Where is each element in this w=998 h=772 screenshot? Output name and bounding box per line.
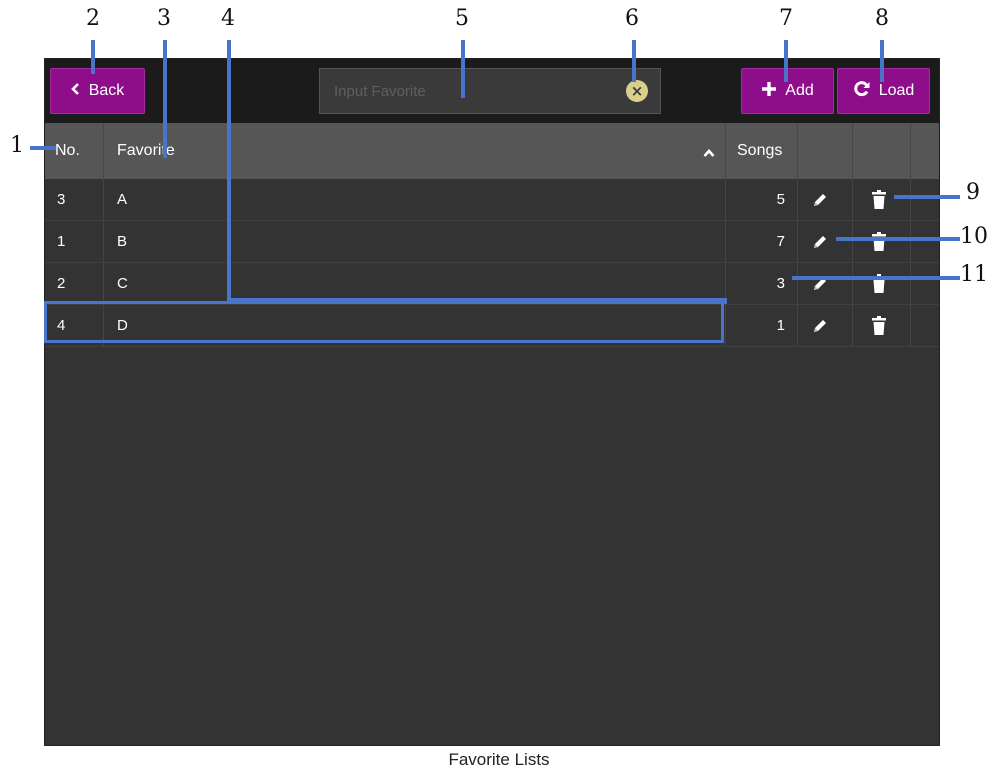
trash-icon[interactable] [871,179,891,220]
trash-icon[interactable] [871,221,891,262]
callout-line [227,298,727,302]
callout-line [880,40,884,82]
callout-11: 11 [960,262,988,287]
column-divider [910,179,911,220]
back-label: Back [88,82,125,99]
pencil-icon[interactable] [811,179,835,220]
row-number: 1 [57,233,66,250]
callout-6: 6 [625,6,639,31]
column-divider [725,305,726,346]
callout-line [792,276,960,280]
column-divider [910,123,911,179]
callout-line [836,237,960,241]
row-number: 3 [57,191,66,208]
callout-3: 3 [157,6,171,31]
callout-9: 9 [966,180,980,205]
column-divider [103,263,104,304]
pencil-icon[interactable] [811,263,835,304]
row-song-count: 1 [776,317,785,334]
callout-5: 5 [455,6,469,31]
column-divider [910,263,911,304]
callout-line [30,146,56,150]
callout-line [461,40,465,98]
column-divider [103,179,104,220]
row-favorite-name: B [117,233,128,250]
callout-line [227,40,231,302]
column-header-no[interactable]: No. [55,123,103,179]
row-favorite-name: A [117,191,128,208]
column-divider [797,123,798,179]
callout-line [163,40,167,158]
table-row[interactable]: 4 D 1 [45,305,939,347]
callout-7: 7 [779,6,793,31]
table-header: No. Favorite Songs [45,123,939,179]
callout-line [632,40,636,82]
toolbar: Back × Add Load [45,59,939,123]
pencil-icon[interactable] [811,305,835,346]
column-divider [103,305,104,346]
column-divider [852,179,853,220]
column-header-songs[interactable]: Songs [737,123,797,179]
column-divider [725,179,726,220]
back-button[interactable]: Back [50,68,145,114]
column-header-favorite[interactable]: Favorite [117,123,717,179]
trash-icon[interactable] [871,305,891,346]
column-divider [852,221,853,262]
callout-2: 2 [86,6,100,31]
row-song-count: 7 [776,233,785,250]
column-label-songs: Songs [737,142,783,159]
table-row[interactable]: 1 B 7 [45,221,939,263]
callout-8: 8 [875,6,889,31]
pencil-icon[interactable] [811,221,835,262]
column-divider [852,123,853,179]
row-number: 2 [57,275,66,292]
favorite-search-box: × [319,68,661,114]
favorite-input[interactable] [320,69,620,113]
load-label: Load [878,82,915,99]
row-number: 4 [57,317,66,334]
callout-10: 10 [960,224,988,249]
refresh-icon [853,80,871,103]
clear-icon[interactable]: × [626,80,648,102]
column-divider [103,221,104,262]
callout-line [784,40,788,82]
add-label: Add [785,82,814,99]
column-divider [103,123,104,179]
column-divider [797,179,798,220]
callout-4: 4 [221,6,235,31]
chevron-left-icon [70,82,81,100]
figure-caption: Favorite Lists [448,750,550,769]
trash-icon[interactable] [871,263,891,304]
column-divider [797,263,798,304]
column-divider [797,305,798,346]
column-divider [797,221,798,262]
favorite-list-panel: Back × Add Load No. F [44,58,940,746]
row-favorite-name: D [117,317,128,334]
column-divider [852,263,853,304]
sort-up-icon[interactable] [703,145,715,163]
callout-1: 1 [10,133,24,158]
column-label-no: No. [55,142,80,159]
column-divider [852,305,853,346]
callout-line [723,298,727,304]
callout-line [894,195,960,199]
callout-line [91,40,95,74]
column-divider [725,221,726,262]
column-divider [910,221,911,262]
plus-icon [761,81,777,102]
table-row[interactable]: 3 A 5 [45,179,939,221]
column-divider [725,123,726,179]
column-divider [910,305,911,346]
row-song-count: 3 [776,275,785,292]
row-song-count: 5 [776,191,785,208]
